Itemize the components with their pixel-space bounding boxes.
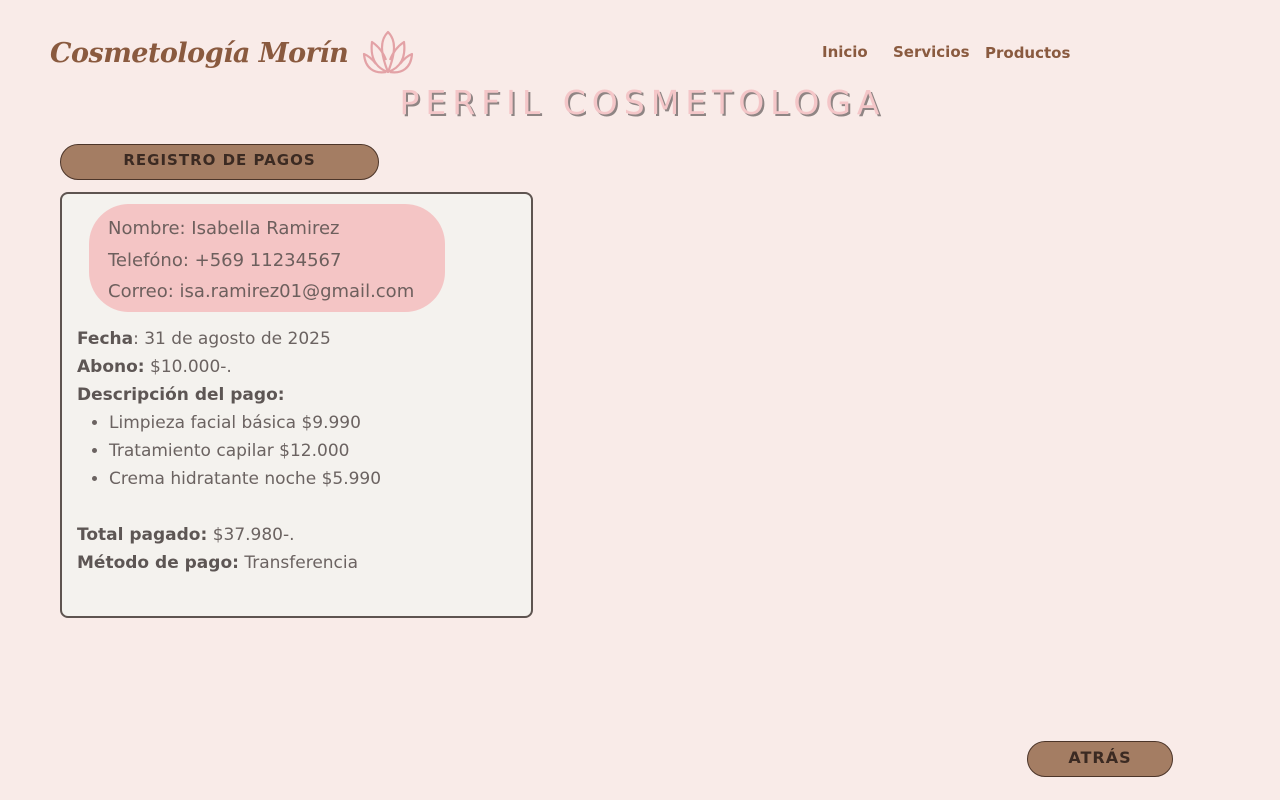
payment-items-list: Limpieza facial básica $9.990 Tratamient… bbox=[77, 409, 521, 493]
payment-deposit: Abono: $10.000-. bbox=[77, 353, 521, 381]
contact-phone: Telefóno: +569 11234567 bbox=[108, 249, 342, 271]
contact-info: Nombre: Isabella Ramirez Telefóno: +569 … bbox=[89, 204, 445, 312]
page-title: PERFIL COSMETOLOGA bbox=[399, 83, 886, 122]
payment-item: Limpieza facial básica $9.990 bbox=[109, 409, 521, 437]
payment-item: Tratamiento capilar $12.000 bbox=[109, 437, 521, 465]
payment-description-heading: Descripción del pago: bbox=[77, 385, 285, 405]
payment-item: Crema hidratante noche $5.990 bbox=[109, 465, 521, 493]
brand-name: Cosmetología Morín bbox=[50, 37, 349, 69]
nav-inicio[interactable]: Inicio bbox=[822, 43, 868, 61]
payment-total: Total pagado: $37.980-. bbox=[77, 521, 521, 549]
payment-card: Nombre: Isabella Ramirez Telefóno: +569 … bbox=[60, 192, 533, 618]
payment-details: Fecha: 31 de agosto de 2025 Abono: $10.0… bbox=[77, 325, 521, 577]
payment-date: Fecha: 31 de agosto de 2025 bbox=[77, 325, 521, 353]
payment-total-value: $37.980-. bbox=[207, 525, 295, 545]
payment-deposit-value: $10.000-. bbox=[144, 357, 232, 377]
nav-productos[interactable]: Productos bbox=[985, 44, 1070, 62]
payment-method-label: Método de pago: bbox=[77, 553, 239, 573]
payment-method: Método de pago: Transferencia bbox=[77, 549, 521, 577]
contact-name: Nombre: Isabella Ramirez bbox=[108, 218, 340, 239]
lotus-icon bbox=[363, 30, 414, 74]
payment-date-label: Fecha bbox=[77, 329, 134, 349]
atras-button[interactable]: ATRÁS bbox=[1027, 741, 1173, 777]
payment-description-label: Descripción del pago: bbox=[77, 381, 521, 409]
payment-deposit-label: Abono: bbox=[77, 357, 145, 377]
payment-method-value: Transferencia bbox=[238, 553, 359, 573]
contact-email: Correo: isa.ramirez01@gmail.com bbox=[108, 281, 415, 302]
payment-total-label: Total pagado: bbox=[77, 525, 208, 545]
payment-date-value: : 31 de agosto de 2025 bbox=[133, 329, 331, 349]
nav-servicios[interactable]: Servicios bbox=[893, 43, 970, 61]
registro-de-pagos-button[interactable]: REGISTRO DE PAGOS bbox=[60, 144, 379, 180]
brand[interactable]: Cosmetología Morín bbox=[50, 30, 414, 76]
